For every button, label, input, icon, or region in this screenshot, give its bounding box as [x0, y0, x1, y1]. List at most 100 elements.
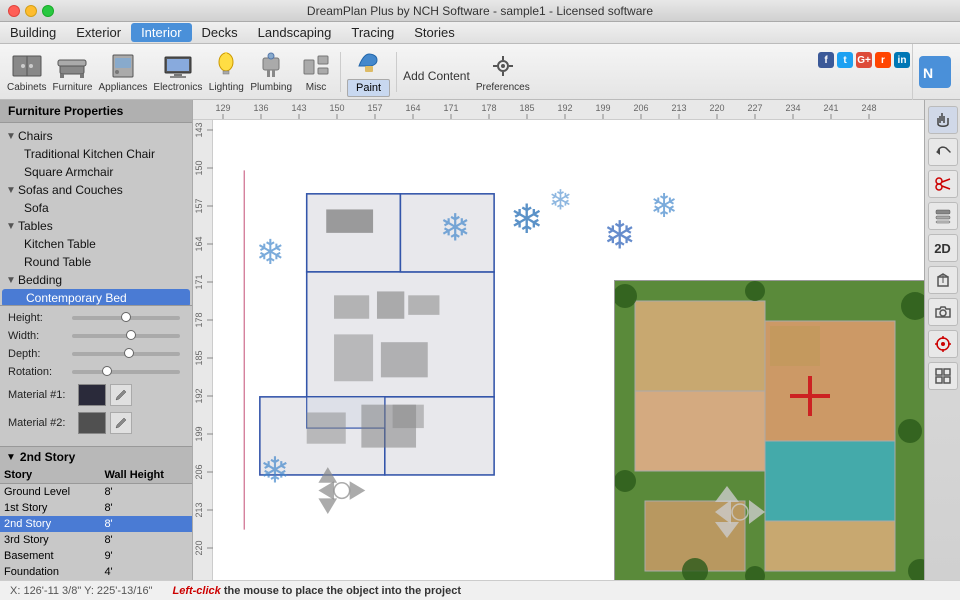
appliances-icon — [105, 50, 141, 82]
toolbar-cabinets[interactable]: Cabinets — [7, 50, 46, 93]
toolbar-lighting[interactable]: Lighting — [208, 50, 244, 93]
material2-color[interactable] — [78, 412, 106, 434]
canvas-area[interactable]: 1291361431501571641711781851921992062132… — [193, 100, 924, 580]
toolbar-paint[interactable]: Paint — [347, 46, 390, 97]
item-sofa[interactable]: Sofa — [0, 199, 192, 217]
svg-text:150: 150 — [329, 103, 344, 113]
linkedin-icon[interactable]: in — [894, 52, 910, 68]
menu-interior[interactable]: Interior — [131, 23, 191, 42]
story-row[interactable]: Basement9' — [0, 548, 192, 564]
undo-button[interactable] — [928, 138, 958, 166]
menu-exterior[interactable]: Exterior — [66, 23, 131, 42]
item-contemporary-bed[interactable]: Contemporary Bed — [2, 289, 190, 305]
svg-text:136: 136 — [253, 103, 268, 113]
preferences-icon — [485, 50, 521, 82]
category-chairs[interactable]: ▼ Chairs — [0, 127, 192, 145]
left-panel: Furniture Properties ▼ Chairs Traditiona… — [0, 100, 193, 580]
menu-tracing[interactable]: Tracing — [341, 23, 404, 42]
maximize-button[interactable] — [42, 5, 54, 17]
svg-text:143: 143 — [291, 103, 306, 113]
toolbar-misc[interactable]: Misc — [298, 50, 334, 93]
camera-button[interactable] — [928, 298, 958, 326]
col-story: Story — [0, 467, 100, 484]
2d-view-button[interactable]: 2D — [928, 234, 958, 262]
minimap — [614, 280, 924, 580]
svg-text:227: 227 — [747, 103, 762, 113]
svg-text:N: N — [923, 65, 933, 81]
target-button[interactable] — [928, 330, 958, 358]
story-panel: ▼ 2nd Story Story Wall Height Ground Lev… — [0, 446, 192, 580]
svg-text:241: 241 — [823, 103, 838, 113]
toolbar-furniture[interactable]: Furniture — [52, 50, 92, 93]
item-round-table[interactable]: Round Table — [0, 253, 192, 271]
misc-icon — [298, 50, 334, 82]
svg-text:150: 150 — [194, 160, 204, 175]
story-row[interactable]: 1st Story8' — [0, 500, 192, 516]
svg-text:171: 171 — [443, 103, 458, 113]
story-table: Story Wall Height Ground Level8'1st Stor… — [0, 467, 192, 580]
twitter-icon[interactable]: t — [837, 52, 853, 68]
story-header[interactable]: ▼ 2nd Story — [0, 447, 192, 467]
layers-button[interactable] — [928, 202, 958, 230]
separator-2 — [396, 52, 397, 92]
story-arrow: ▼ — [6, 452, 16, 463]
svg-text:❄: ❄ — [603, 214, 636, 257]
toolbar-plumbing[interactable]: Plumbing — [250, 50, 292, 93]
chairs-label: Chairs — [18, 129, 53, 143]
hand-tool-button[interactable] — [928, 106, 958, 134]
rotation-slider[interactable] — [72, 370, 180, 374]
statusbar: X: 126'-11 3/8" Y: 225'-13/16" Left-clic… — [0, 580, 960, 600]
story-row[interactable]: 2nd Story8' — [0, 516, 192, 532]
paint-icon — [355, 46, 383, 79]
menu-decks[interactable]: Decks — [192, 23, 248, 42]
material2-eyedrop[interactable] — [110, 412, 132, 434]
menu-building[interactable]: Building — [0, 23, 66, 42]
separator-1 — [340, 52, 341, 92]
item-square-armchair[interactable]: Square Armchair — [0, 163, 192, 181]
toolbar-preferences[interactable]: Preferences — [476, 50, 530, 93]
story-name: 2nd Story — [0, 516, 100, 532]
story-row[interactable]: 3rd Story8' — [0, 532, 192, 548]
item-traditional-kitchen-chair[interactable]: Traditional Kitchen Chair — [0, 145, 192, 163]
toolbar-electronics[interactable]: Electronics — [153, 50, 202, 93]
titlebar: DreamPlan Plus by NCH Software - sample1… — [0, 0, 960, 22]
add-content-label[interactable]: Add Content — [403, 69, 470, 83]
width-slider[interactable] — [72, 334, 180, 338]
reddit-icon[interactable]: r — [875, 52, 891, 68]
3d-box-button[interactable] — [928, 266, 958, 294]
material1-color[interactable] — [78, 384, 106, 406]
svg-text:199: 199 — [194, 426, 204, 441]
material1-eyedrop[interactable] — [110, 384, 132, 406]
category-bedding[interactable]: ▼ Bedding — [0, 271, 192, 289]
facebook-icon[interactable]: f — [818, 52, 834, 68]
close-button[interactable] — [8, 5, 20, 17]
svg-text:234: 234 — [785, 103, 800, 113]
preferences-label[interactable]: Preferences — [476, 82, 530, 93]
wall-height: 8' — [100, 500, 192, 516]
paint-label[interactable]: Paint — [347, 79, 390, 97]
item-kitchen-table[interactable]: Kitchen Table — [0, 235, 192, 253]
svg-text:248: 248 — [861, 103, 876, 113]
cabinets-label: Cabinets — [7, 82, 46, 93]
depth-slider[interactable] — [72, 352, 180, 356]
toolbar-add-content[interactable]: Add Content — [403, 61, 470, 83]
toolbar-appliances[interactable]: Appliances — [98, 50, 147, 93]
story-row[interactable]: Ground Level8' — [0, 484, 192, 501]
ruler-vertical: 143150157164171178185192199206213220 — [193, 120, 213, 580]
menu-landscaping[interactable]: Landscaping — [248, 23, 342, 42]
wall-height: 9' — [100, 548, 192, 564]
category-tables[interactable]: ▼ Tables — [0, 217, 192, 235]
google-icon[interactable]: G+ — [856, 52, 872, 68]
story-row[interactable]: Foundation4' — [0, 564, 192, 580]
nch-suite-button[interactable]: N — [912, 44, 956, 100]
height-slider[interactable] — [72, 316, 180, 320]
tree-view: ▼ Chairs Traditional Kitchen Chair Squar… — [0, 123, 192, 305]
svg-text:164: 164 — [194, 236, 204, 251]
menu-stories[interactable]: Stories — [404, 23, 464, 42]
category-sofas[interactable]: ▼ Sofas and Couches — [0, 181, 192, 199]
main-area: Furniture Properties ▼ Chairs Traditiona… — [0, 100, 960, 580]
material1-row: Material #1: — [8, 384, 184, 406]
grid-button[interactable] — [928, 362, 958, 390]
minimize-button[interactable] — [25, 5, 37, 17]
scissors-button[interactable] — [928, 170, 958, 198]
